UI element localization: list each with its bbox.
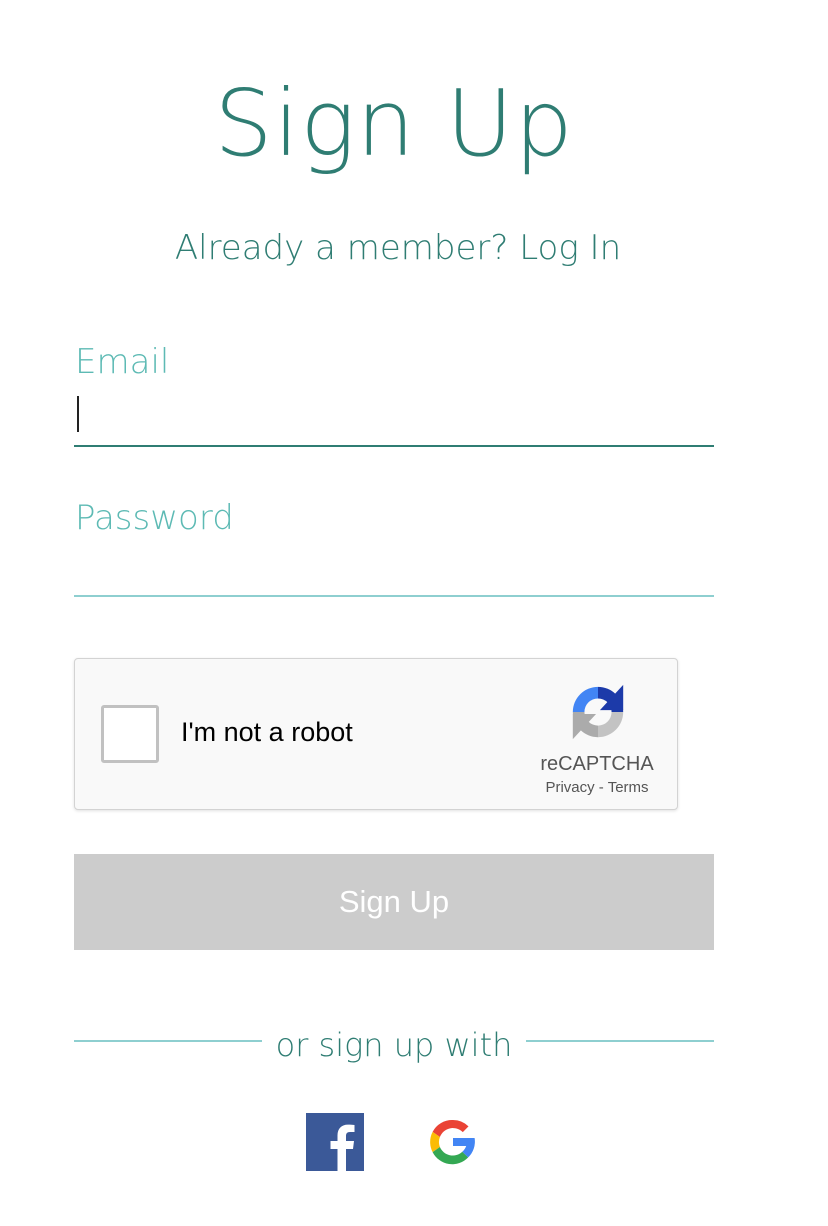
divider-right	[526, 1040, 714, 1042]
terms-link[interactable]: Terms	[608, 779, 649, 796]
divider-left	[74, 1040, 262, 1042]
link-separator: -	[598, 779, 604, 796]
login-link[interactable]: Log In	[519, 228, 621, 268]
facebook-button[interactable]	[306, 1113, 364, 1171]
text-cursor	[77, 396, 79, 432]
sign-up-button[interactable]: Sign Up	[74, 854, 714, 950]
recaptcha-widget: I'm not a robot reCAPTCHA Privacy - Term…	[74, 658, 678, 810]
social-divider-text: or sign up with	[275, 1026, 513, 1064]
password-label: Password	[75, 498, 234, 538]
email-label: Email	[75, 342, 170, 382]
google-icon	[430, 1119, 475, 1165]
recaptcha-checkbox[interactable]	[101, 705, 159, 763]
recaptcha-label: I'm not a robot	[181, 717, 353, 747]
email-field[interactable]	[74, 394, 714, 440]
recaptcha-icon	[572, 684, 624, 740]
email-underline	[74, 445, 714, 447]
password-underline	[74, 595, 714, 597]
google-button[interactable]	[424, 1113, 482, 1171]
member-prompt-text: Already a member?	[174, 228, 509, 268]
page-title: Sign Up	[214, 70, 574, 177]
recaptcha-brand: reCAPTCHA	[540, 753, 654, 775]
privacy-link[interactable]: Privacy	[545, 779, 594, 796]
facebook-icon	[306, 1113, 364, 1171]
recaptcha-links: Privacy - Terms	[515, 779, 679, 796]
password-field[interactable]	[74, 548, 714, 594]
member-prompt: Already a member? Log In	[0, 228, 796, 268]
